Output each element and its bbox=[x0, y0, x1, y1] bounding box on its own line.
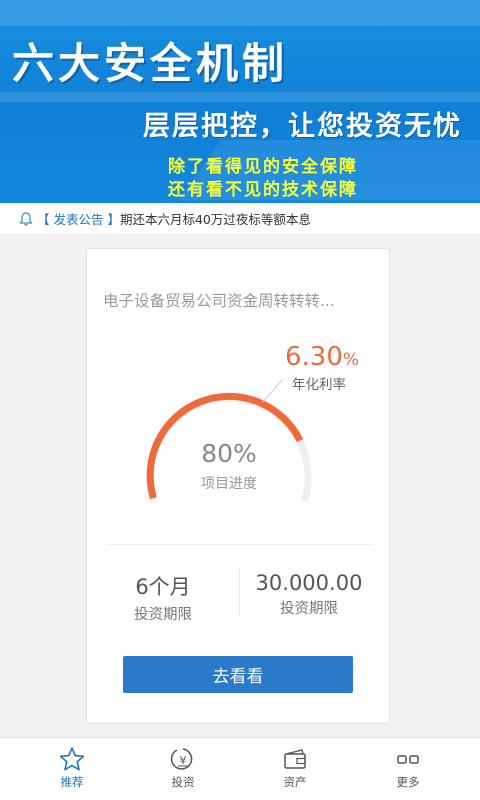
progress-gauge bbox=[146, 378, 312, 502]
more-icon bbox=[397, 755, 419, 764]
amount-value: 30.000.00 bbox=[255, 571, 363, 595]
banner-headline: 六大安全机制 bbox=[12, 39, 289, 88]
nav-item-more[interactable]: 更多 bbox=[358, 738, 458, 800]
promo-banner[interactable]: 六大安全机制 层层把控，让您投资无忧 除了看得见的安全保障 还有看不见的技术保障 bbox=[0, 0, 480, 203]
nav-label-recommend: 推荐 bbox=[60, 775, 84, 789]
svg-text:¥: ¥ bbox=[180, 754, 187, 767]
nav-item-invest[interactable]: ¥ 投资 bbox=[133, 738, 233, 800]
nav-item-recommend[interactable]: 推荐 bbox=[22, 738, 122, 800]
term-value: 6个月 bbox=[135, 575, 191, 599]
progress-value: 80% bbox=[201, 439, 257, 468]
bottom-nav: 推荐 ¥ 投资 资产 更多 bbox=[0, 737, 480, 800]
term-stat: 6个月 投资期限 bbox=[113, 571, 213, 624]
progress-label: 项目进度 bbox=[201, 476, 257, 492]
term-label: 投资期限 bbox=[134, 607, 192, 623]
amount-stat: 30.000.00 投资期限 bbox=[249, 571, 369, 618]
product-card[interactable]: 电子设备贸易公司资金周转转转... 6.30% 年化利率 80% 项目进度 6个… bbox=[86, 248, 390, 724]
annual-rate-value: 6.30 bbox=[285, 342, 343, 372]
notice-bar[interactable]: 【 发表公告 】 期还本六月标40万过夜标等额本息 bbox=[0, 203, 480, 234]
nav-label-more: 更多 bbox=[396, 775, 420, 789]
banner-slogan-1: 除了看得见的安全保障 bbox=[168, 157, 358, 177]
bell-icon bbox=[19, 211, 33, 226]
annual-rate-unit: % bbox=[342, 350, 360, 370]
star-icon bbox=[59, 747, 85, 771]
divider-vertical bbox=[239, 567, 240, 617]
nav-item-assets[interactable]: 资产 bbox=[245, 738, 345, 800]
notice-tag: 【 发表公告 】 bbox=[37, 212, 120, 227]
banner-subheadline: 层层把控，让您投资无忧 bbox=[143, 111, 462, 142]
banner-slogan-2: 还有看不见的技术保障 bbox=[168, 180, 358, 200]
wallet-icon bbox=[284, 749, 306, 769]
view-button[interactable]: 去看看 bbox=[123, 656, 353, 693]
amount-label: 投资期限 bbox=[280, 601, 338, 617]
notice-text: 期还本六月标40万过夜标等额本息 bbox=[119, 212, 311, 227]
annual-rate-label: 年化利率 bbox=[292, 377, 346, 393]
yen-coin-icon: ¥ bbox=[170, 748, 193, 770]
annual-rate: 6.30% bbox=[285, 342, 359, 372]
nav-label-invest: 投资 bbox=[171, 775, 195, 789]
nav-label-assets: 资产 bbox=[283, 775, 307, 789]
rate-leader-line bbox=[262, 378, 284, 403]
divider bbox=[107, 544, 373, 545]
